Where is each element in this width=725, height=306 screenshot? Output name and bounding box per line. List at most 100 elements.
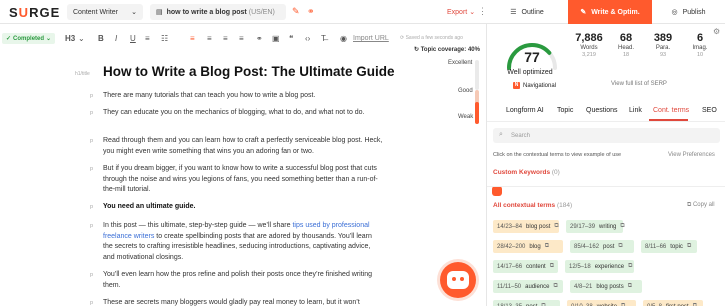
- paragraph[interactable]: These are secrets many bloggers would gl…: [103, 298, 383, 306]
- term-chip[interactable]: 0/10–38website⧉: [567, 300, 636, 306]
- copy-icon[interactable]: ⧉: [620, 223, 624, 230]
- terms-hint: Click on the contextual terms to view ex…: [493, 152, 622, 158]
- eye-icon[interactable]: ◉: [340, 34, 347, 43]
- optimization-panel: 77 Well optimized N Navigational 7,886 Wor…: [486, 24, 725, 306]
- copy-icon[interactable]: ⧉: [554, 223, 558, 230]
- paragraph[interactable]: They can educate you on the mechanics of…: [103, 108, 383, 119]
- align-justify-icon[interactable]: ≡: [239, 34, 244, 43]
- bold-icon[interactable]: B: [98, 34, 104, 43]
- gear-icon[interactable]: ⚙: [713, 27, 720, 36]
- paragraph-tag: p: [90, 300, 94, 306]
- gauge-good-label: Good: [458, 88, 473, 94]
- copy-icon[interactable]: ⧉: [628, 283, 632, 290]
- copy-icon[interactable]: ⧉: [550, 263, 554, 270]
- image-icon[interactable]: ▣: [272, 34, 280, 43]
- paragraph[interactable]: You’ll even learn how the pros refine an…: [103, 270, 383, 291]
- quote-icon[interactable]: ❝: [289, 34, 293, 43]
- copy-icon[interactable]: ⧉: [628, 263, 632, 270]
- copy-all-button[interactable]: ⧉ Copy all: [687, 202, 715, 209]
- term-chip[interactable]: 0/5–8first post⧉: [643, 300, 703, 306]
- numbered-list-icon[interactable]: ☷: [161, 34, 168, 43]
- term-chip[interactable]: 11/11–50 audience ⧉: [493, 280, 563, 293]
- copy-icon[interactable]: ⧉: [687, 243, 691, 250]
- copy-icon[interactable]: ⧉: [618, 243, 622, 250]
- paragraph-tag: p: [90, 93, 94, 99]
- editor-area[interactable]: h1/title How to Write a Blog Post: The U…: [0, 56, 486, 306]
- term-chip[interactable]: 4/8–21 blog posts ⧉: [570, 280, 642, 293]
- view-serp-link[interactable]: View full list of SERP: [611, 81, 667, 87]
- paragraph[interactable]: There are many tutorials that can teach …: [103, 91, 383, 102]
- page-title[interactable]: How to Write a Blog Post: The Ultimate G…: [103, 64, 395, 79]
- term-chip[interactable]: 29/17–39 writing ⧉: [566, 220, 625, 233]
- term-chip[interactable]: 28/42–200 blog ⧉: [493, 240, 563, 253]
- term-label: content: [526, 263, 546, 270]
- paragraph[interactable]: In this post — this ultimate, step-by-st…: [103, 221, 383, 263]
- heading-dropdown[interactable]: H3: [65, 34, 75, 43]
- view-preferences-link[interactable]: View Preferences: [668, 152, 715, 158]
- export-button[interactable]: Export ⌄: [447, 8, 475, 16]
- align-center-icon[interactable]: ≡: [207, 34, 212, 43]
- tab-write-optimize[interactable]: ✎ Write & Optim.: [568, 0, 652, 24]
- gauge-excellent-label: Excellent: [448, 60, 473, 66]
- tab-publish[interactable]: ◎ Publish: [652, 0, 725, 24]
- paragraph-tag: p: [90, 223, 94, 229]
- ai-assistant-button[interactable]: [440, 262, 476, 298]
- content-type-label: Content Writer: [73, 8, 118, 16]
- copy-icon[interactable]: ⧉: [545, 243, 549, 250]
- term-chip[interactable]: 14/23–84 blog post ⧉: [493, 220, 559, 233]
- surge-logo[interactable]: SURGE: [9, 5, 60, 20]
- chevron-down-icon[interactable]: ⌄: [78, 34, 85, 43]
- clear-format-icon[interactable]: T̶: [321, 34, 326, 43]
- tab-seo[interactable]: SEO: [702, 107, 717, 114]
- paragraph[interactable]: Read through them and you can learn how …: [103, 136, 383, 157]
- top-bar: SURGE Content Writer ⌄ ▤ how to write a …: [0, 0, 725, 24]
- tab-link[interactable]: Link: [629, 107, 642, 114]
- term-range: 14/23–84: [497, 223, 523, 230]
- underline-icon[interactable]: U: [130, 34, 136, 43]
- align-left-icon[interactable]: ≡: [190, 34, 195, 43]
- active-tab-indicator: [649, 119, 688, 121]
- tab-longform-ai[interactable]: Longform AI: [506, 107, 544, 114]
- link-icon[interactable]: ⚭: [307, 6, 315, 17]
- search-intent: N Navigational: [513, 82, 557, 89]
- content-type-dropdown[interactable]: Content Writer ⌄: [67, 4, 143, 20]
- tab-questions[interactable]: Questions: [586, 107, 618, 114]
- term-chip[interactable]: 14/17–66 content ⧉: [493, 260, 558, 273]
- align-right-icon[interactable]: ≡: [223, 34, 228, 43]
- import-url-link[interactable]: Import URL: [353, 35, 389, 42]
- bullet-list-icon[interactable]: ≡: [145, 34, 150, 43]
- status-dropdown[interactable]: ✓ Completed ⌄: [2, 33, 56, 44]
- term-chip[interactable]: 8/11–66 topic ⧉: [641, 240, 697, 253]
- term-chip[interactable]: 12/5–18 experience ⧉: [565, 260, 634, 273]
- italic-icon[interactable]: I: [115, 34, 117, 43]
- title-tag: h1/title: [75, 71, 90, 77]
- term-chip[interactable]: 85/4–162 post ⧉: [570, 240, 634, 253]
- gauge-weak-label: Weak: [458, 114, 474, 120]
- term-chip[interactable]: 18/13–35post⧉: [493, 300, 560, 306]
- code-icon[interactable]: ‹›: [305, 34, 310, 43]
- tab-outline[interactable]: ☰ Outline: [486, 0, 568, 24]
- gauge-bar-excellent: [475, 60, 479, 90]
- custom-keywords-toggle[interactable]: Custom Keywords (0): [493, 169, 560, 176]
- link-icon[interactable]: ⚭: [256, 34, 263, 43]
- score-label: Well optimized: [507, 69, 553, 76]
- chevron-down-icon: ⌄: [46, 36, 52, 42]
- location-label: (US/EN): [248, 8, 275, 16]
- gauge-bar-weak: [475, 102, 479, 124]
- paragraph[interactable]: You need an ultimate guide.: [103, 202, 383, 213]
- term-label: topic: [670, 243, 683, 250]
- content-score: 77: [524, 49, 540, 65]
- paragraph-tag: p: [90, 138, 94, 144]
- stat-headings: 68 Head. 18: [617, 32, 634, 58]
- keyword-dropdown[interactable]: ▤ how to write a blog post (US/EN): [150, 4, 286, 20]
- term-label: blog posts: [596, 283, 624, 290]
- longform-ai-icon: [492, 186, 502, 196]
- all-terms-toggle[interactable]: All contextual terms (184): [493, 202, 572, 209]
- tab-topic[interactable]: Topic: [557, 107, 573, 114]
- stat-paragraphs: 389 Para. 93: [653, 32, 673, 58]
- tab-contextual-terms[interactable]: Cont. terms: [653, 107, 689, 114]
- copy-icon[interactable]: ⧉: [554, 283, 558, 290]
- pen-icon[interactable]: ✎: [292, 6, 300, 17]
- paragraph[interactable]: But if you dream bigger, if you want to …: [103, 164, 383, 196]
- search-input[interactable]: ⌕ Search: [493, 128, 720, 143]
